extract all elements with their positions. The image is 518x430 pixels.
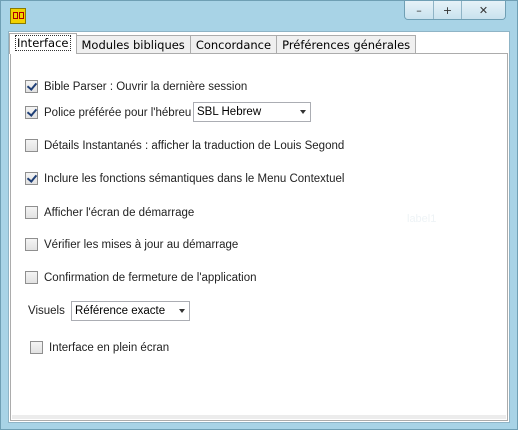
tab-interface[interactable]: Interface (9, 33, 77, 54)
fullscreen-option[interactable]: Interface en plein écran (30, 341, 169, 354)
hebrew-font-value: SBL Hebrew (197, 106, 262, 118)
check-updates-option[interactable]: Vérifier les mises à jour au démarrage (25, 238, 238, 251)
open-last-session-option[interactable]: Bible Parser : Ouvrir la dernière sessio… (25, 80, 247, 93)
visuals-label: Visuels (28, 305, 65, 317)
exit-confirmation-checkbox[interactable] (25, 271, 38, 284)
fullscreen-checkbox[interactable] (30, 341, 43, 354)
hebrew-font-option[interactable]: Police préférée pour l'hébreu (25, 106, 191, 119)
open-last-session-checkbox[interactable] (25, 80, 38, 93)
maximize-button[interactable]: + (433, 1, 461, 19)
semantic-functions-checkbox[interactable] (25, 172, 38, 185)
bible-parser-app-icon[interactable] (10, 8, 26, 24)
visuals-select[interactable]: Référence exacte (71, 301, 190, 321)
splash-screen-label: Afficher l'écran de démarrage (44, 206, 195, 219)
check-updates-checkbox[interactable] (25, 238, 38, 251)
hebrew-font-checkbox[interactable] (25, 106, 38, 119)
fullscreen-label: Interface en plein écran (49, 341, 170, 354)
settings-client-area: Interface Modules bibliques Concordance … (8, 31, 510, 423)
tab-strip: Interface Modules bibliques Concordance … (9, 33, 417, 54)
tab-preferences-generales[interactable]: Préférences générales (276, 35, 417, 54)
semantic-functions-label: Inclure les fonctions sémantiques dans l… (44, 172, 345, 185)
hebrew-font-label: Police préférée pour l'hébreu (44, 106, 192, 119)
tab-modules-bibliques[interactable]: Modules bibliques (75, 35, 191, 54)
open-last-session-label: Bible Parser : Ouvrir la dernière sessio… (44, 80, 248, 93)
exit-confirmation-option[interactable]: Confirmation de fermeture de l'applicati… (25, 271, 257, 284)
tab-concordance[interactable]: Concordance (189, 35, 278, 54)
tab-interface-label: Interface (15, 35, 71, 51)
panel-bottom-edge (12, 415, 506, 419)
application-window: – + ✕ Interface Modules bibliques Concor… (0, 0, 518, 430)
visuals-value: Référence exacte (75, 305, 166, 317)
hebrew-font-select[interactable]: SBL Hebrew (193, 102, 311, 122)
window-controls: – + ✕ (404, 1, 506, 20)
exit-confirmation-label: Confirmation de fermeture de l'applicati… (44, 271, 257, 284)
interface-tab-panel: Bible Parser : Ouvrir la dernière sessio… (10, 53, 508, 421)
instant-details-option[interactable]: Détails Instantanés : afficher la traduc… (25, 139, 344, 152)
check-updates-label: Vérifier les mises à jour au démarrage (44, 238, 239, 251)
instant-details-checkbox[interactable] (25, 139, 38, 152)
chevron-down-icon (300, 110, 306, 114)
instant-details-label: Détails Instantanés : afficher la traduc… (44, 139, 345, 152)
minimize-button[interactable]: – (405, 1, 433, 19)
chevron-down-icon (179, 309, 185, 313)
close-button[interactable]: ✕ (461, 1, 505, 19)
semantic-functions-option[interactable]: Inclure les fonctions sémantiques dans l… (25, 172, 344, 185)
label1-ghost-text: label1 (407, 213, 437, 225)
splash-screen-checkbox[interactable] (25, 206, 38, 219)
splash-screen-option[interactable]: Afficher l'écran de démarrage (25, 206, 194, 219)
